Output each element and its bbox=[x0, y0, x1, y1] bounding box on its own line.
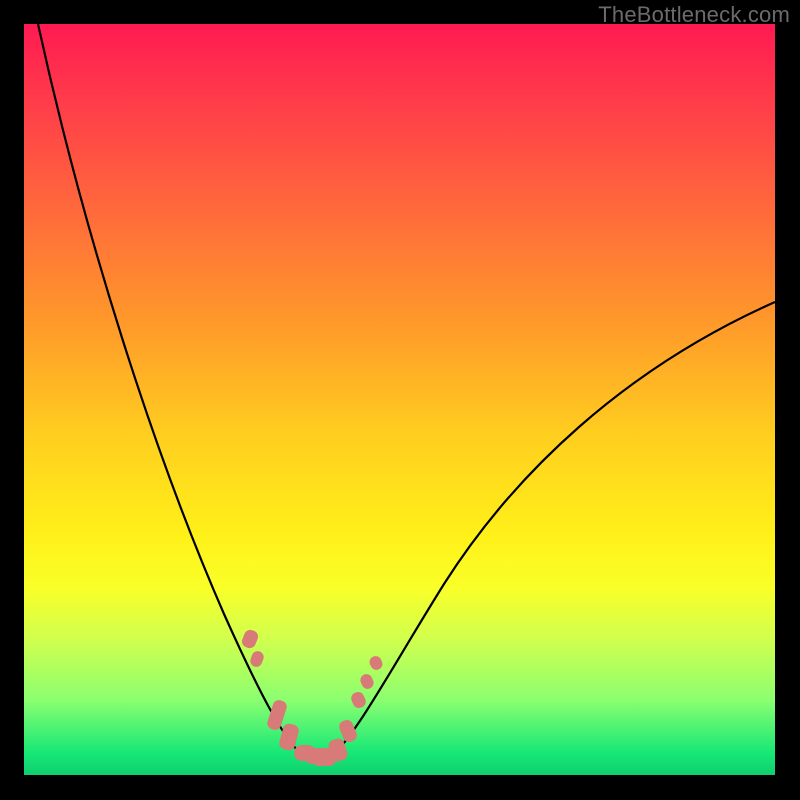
bottleneck-curve bbox=[24, 24, 775, 775]
curve-path bbox=[38, 24, 775, 762]
watermark-text: TheBottleneck.com bbox=[598, 2, 790, 28]
chart-plot-area bbox=[24, 24, 775, 775]
